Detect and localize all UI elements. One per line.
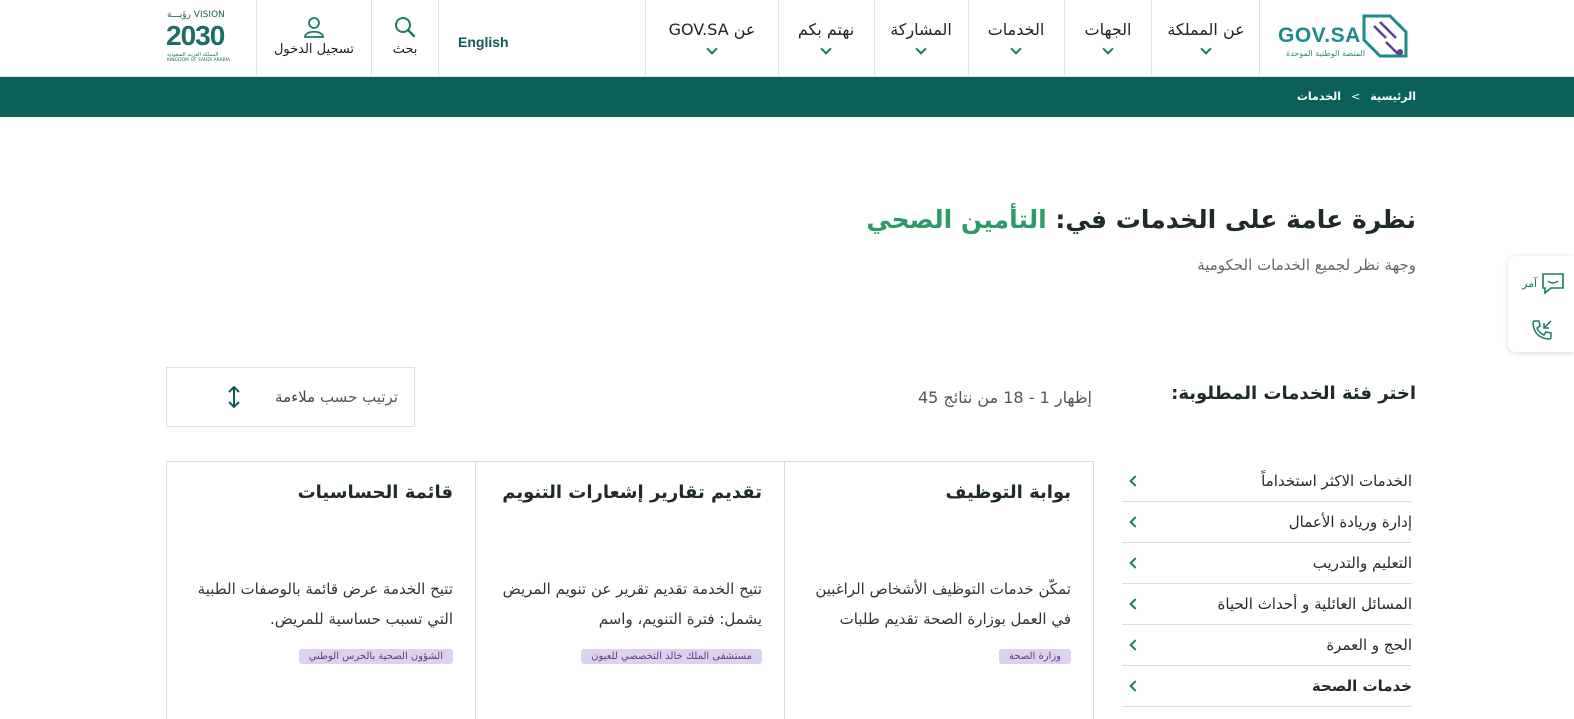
breadcrumb: الرئيسية > الخدمات	[1297, 90, 1416, 103]
nav-about-kingdom[interactable]: عن المملكة	[1164, 0, 1248, 77]
login-label: تسجيل الدخول	[273, 42, 355, 57]
chevron-down-icon	[1102, 43, 1114, 55]
search-icon	[395, 17, 416, 38]
chevron-left-icon	[1129, 557, 1141, 569]
breadcrumb-current[interactable]: الخدمات	[1297, 90, 1341, 103]
sort-dropdown[interactable]: ترتيب حسب ملاءمة	[166, 367, 415, 427]
vision-top: VISION رؤيـــة	[167, 10, 225, 20]
chevron-left-icon	[1129, 639, 1141, 651]
chevron-down-icon	[706, 43, 718, 55]
card-agency-tag: مستشفى الملك خالد التخصصي للعيون	[581, 649, 762, 664]
title-prefix: نظرة عامة على الخدمات في:	[1055, 205, 1416, 234]
phone-icon[interactable]	[1530, 318, 1554, 342]
page-title: نظرة عامة على الخدمات في: التأمين الصحي	[866, 205, 1416, 234]
service-card[interactable]: قائمة الحساسيات تتيح الخدمة عرض قائمة با…	[166, 461, 476, 719]
service-card[interactable]: تقديم تقارير إشعارات التنويم تتيح الخدمة…	[475, 461, 785, 719]
nav-participation[interactable]: المشاركة	[876, 0, 966, 77]
category-item[interactable]: التعليم والتدريب	[1122, 543, 1412, 584]
category-label: الخدمات الاكثر استخداماً	[1261, 472, 1412, 490]
chevron-left-icon	[1129, 475, 1141, 487]
nav-we-care[interactable]: نهتم بكم	[780, 0, 872, 77]
user-icon	[304, 17, 324, 38]
card-title: بوابة التوظيف	[945, 482, 1071, 503]
card-description: تتيح الخدمة عرض قائمة بالوصفات الطبية ال…	[197, 580, 453, 628]
nav-label: المشاركة	[890, 20, 952, 39]
chevron-down-icon	[1010, 43, 1022, 55]
sort-value: ملاءمة	[275, 388, 316, 406]
chevron-left-icon	[1129, 598, 1141, 610]
nav-label: الجهات	[1084, 20, 1132, 39]
sort-arrows-icon	[228, 385, 240, 409]
category-item[interactable]: إدارة وريادة الأعمال	[1122, 502, 1412, 543]
header-divider	[1151, 0, 1152, 77]
chevron-down-icon	[1200, 43, 1212, 55]
nav-services[interactable]: الخدمات	[970, 0, 1062, 77]
header-divider	[968, 0, 969, 77]
logo-subtitle: المنصة الوطنية الموحدة	[1286, 49, 1366, 58]
category-label: المسائل العائلية و أحداث الحياة	[1217, 595, 1412, 613]
site-header: GOV.SA المنصة الوطنية الموحدة عن المملكة…	[0, 0, 1574, 77]
header-divider	[1064, 0, 1065, 77]
vision-en: KINGDOM OF SAUDI ARABIA	[167, 58, 231, 63]
chevron-down-icon	[915, 43, 927, 55]
category-item-active[interactable]: خدمات الصحة	[1122, 666, 1412, 707]
header-divider	[874, 0, 875, 77]
card-title: قائمة الحساسيات	[297, 482, 453, 503]
header-divider	[438, 0, 439, 77]
search-button[interactable]: بحث	[374, 0, 436, 77]
nav-label: نهتم بكم	[797, 20, 855, 39]
category-label: إدارة وريادة الأعمال	[1288, 513, 1412, 531]
nav-about-govsa[interactable]: عن GOV.SA	[648, 0, 776, 77]
category-item[interactable]: الحج و العمرة	[1122, 625, 1412, 666]
nav-agencies[interactable]: الجهات	[1068, 0, 1148, 77]
chat-icon	[1542, 273, 1564, 294]
category-label: التعليم والتدريب	[1312, 554, 1412, 572]
category-item[interactable]: الخدمات الاكثر استخداماً	[1122, 461, 1412, 502]
floating-contact-widget: آمر	[1508, 256, 1574, 352]
header-divider	[1259, 0, 1260, 77]
results-count: إظهار 1 - 18 من نتائج 45	[917, 388, 1092, 407]
search-label: بحث	[392, 42, 418, 57]
category-item[interactable]: المسائل العائلية و أحداث الحياة	[1122, 584, 1412, 625]
amr-label: آمر	[1522, 276, 1538, 290]
header-divider	[256, 0, 257, 77]
category-list: الخدمات الاكثر استخداماً إدارة وريادة ال…	[1122, 461, 1412, 707]
nav-label: عن GOV.SA	[668, 20, 756, 39]
chevron-down-icon	[820, 43, 832, 55]
nav-label: عن المملكة	[1167, 20, 1245, 39]
service-card[interactable]: بوابة التوظيف تمكّن خدمات التوظيف الأشخا…	[784, 461, 1094, 719]
sort-text: ترتيب حسب ملاءمة	[275, 388, 398, 406]
category-label: الحج و العمرة	[1326, 636, 1412, 654]
language-switch[interactable]: English	[458, 34, 509, 50]
card-agency-tag: وزارة الصحة	[999, 649, 1071, 664]
page-subtitle: وجهة نظر لجميع الخدمات الحكومية	[1197, 256, 1416, 274]
govsa-logo-icon	[1362, 14, 1408, 58]
vision-2030-logo: VISION رؤيـــة 2030 المملكة العربية السع…	[164, 10, 244, 66]
vision-number: 2030	[166, 20, 225, 51]
sort-label: ترتيب حسب	[319, 388, 398, 406]
breadcrumb-separator: >	[1351, 90, 1361, 103]
login-button[interactable]: تسجيل الدخول	[258, 0, 370, 77]
category-heading: اختر فئة الخدمات المطلوبة:	[1171, 383, 1416, 404]
nav-label: الخدمات	[987, 20, 1045, 39]
category-label: خدمات الصحة	[1311, 677, 1412, 695]
header-divider	[645, 0, 646, 77]
card-agency-tag: الشؤون الصحية بالحرس الوطني	[298, 649, 453, 664]
govsa-logo[interactable]: GOV.SA المنصة الوطنية الموحدة	[1278, 12, 1418, 62]
card-description: تتيح الخدمة تقديم تقرير عن تنويم المريض …	[502, 580, 762, 628]
breadcrumb-bar: الرئيسية > الخدمات	[0, 77, 1574, 117]
header-divider	[778, 0, 779, 77]
header-divider	[371, 0, 372, 77]
amr-chat-button[interactable]: آمر	[1522, 272, 1565, 294]
card-title: تقديم تقارير إشعارات التنويم	[502, 482, 762, 503]
logo-text: GOV.SA	[1278, 24, 1361, 47]
card-description: تمكّن خدمات التوظيف الأشخاص الراغبين في …	[815, 580, 1071, 628]
chevron-left-icon	[1129, 516, 1141, 528]
breadcrumb-home[interactable]: الرئيسية	[1370, 90, 1416, 103]
chevron-left-icon	[1129, 680, 1141, 692]
title-highlight: التأمين الصحي	[866, 205, 1047, 234]
